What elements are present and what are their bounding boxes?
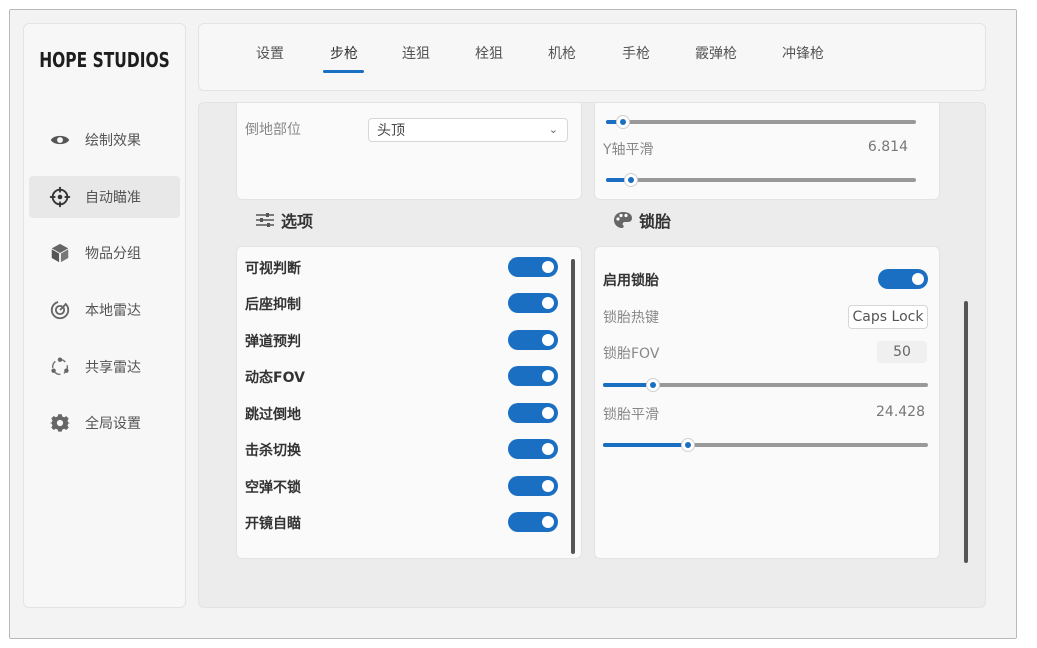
options-title-text: 选项 (281, 212, 314, 231)
share-icon (49, 356, 71, 378)
content-panel: 倒地部位 头顶 ⌄ Y轴平滑 6.814 选项 可视判断 后座抑制 弹道预判 动… (198, 102, 986, 608)
lock-tire-hotkey-label: 锁胎热键 (603, 310, 659, 326)
no-lock-when-empty-toggle[interactable] (508, 476, 558, 496)
option-label: 开镜自瞄 (245, 516, 301, 532)
sidebar-item-label: 绘制效果 (85, 133, 141, 149)
sidebar-item-auto-aim[interactable]: 自动瞄准 (29, 176, 180, 218)
eye-icon (49, 129, 71, 151)
sidebar-item-label: 本地雷达 (85, 303, 141, 319)
fallen-part-label: 倒地部位 (245, 122, 301, 138)
lock-tire-fov-label: 锁胎FOV (603, 346, 660, 362)
kill-switch-toggle[interactable] (508, 439, 558, 459)
sidebar-item-label: 共享雷达 (85, 360, 141, 376)
tab-shotgun[interactable]: 霰弹枪 (695, 43, 737, 63)
fallen-part-card: 倒地部位 头顶 ⌄ (236, 103, 582, 200)
fallen-part-select[interactable]: 头顶 ⌄ (368, 118, 568, 142)
crosshair-icon (49, 186, 71, 208)
option-label: 空弹不锁 (245, 480, 301, 496)
tab-dmr[interactable]: 连狙 (402, 43, 430, 63)
option-label: 弹道预判 (245, 334, 301, 350)
sidebar-item-draw-effects[interactable]: 绘制效果 (29, 119, 180, 161)
sidebar-item-global-settings[interactable]: 全局设置 (29, 402, 180, 444)
brand-logo: HOPE STUDIOS (39, 48, 170, 72)
enable-lock-tire-toggle[interactable] (878, 269, 928, 289)
tab-bolt-sniper[interactable]: 栓狙 (475, 43, 503, 63)
palette-icon (614, 212, 632, 228)
y-smooth-slider-thumb[interactable] (624, 173, 638, 187)
lock-tire-hotkey-button[interactable]: Caps Lock (848, 305, 928, 329)
y-smooth-value: 6.814 (867, 139, 908, 155)
option-label: 后座抑制 (245, 297, 301, 313)
lock-tire-title-text: 锁胎 (639, 212, 672, 231)
tab-rifle[interactable]: 步枪 (330, 43, 358, 63)
sidebar-item-shared-radar[interactable]: 共享雷达 (29, 346, 180, 388)
options-card: 可视判断 后座抑制 弹道预判 动态FOV 跳过倒地 击杀切换 空弹不锁 开镜自瞄 (236, 246, 582, 559)
lock-tire-smooth-value: 24.428 (876, 404, 925, 420)
radar-icon (49, 299, 71, 321)
option-label: 跳过倒地 (245, 407, 301, 423)
option-label: 可视判断 (245, 261, 301, 277)
sliders-icon (256, 213, 274, 227)
box-icon (49, 242, 71, 264)
option-label: 动态FOV (245, 370, 305, 386)
recoil-control-toggle[interactable] (508, 293, 558, 313)
x-smooth-slider-track[interactable] (606, 120, 916, 124)
skip-downed-toggle[interactable] (508, 403, 558, 423)
weapon-tab-bar: 设置 步枪 连狙 栓狙 机枪 手枪 霰弹枪 冲锋枪 (198, 23, 986, 91)
lock-tire-fov-slider-thumb[interactable] (646, 378, 660, 392)
sidebar-item-label: 自动瞄准 (85, 190, 141, 206)
visibility-check-toggle[interactable] (508, 257, 558, 277)
right-panel-scrollbar[interactable] (964, 301, 968, 563)
lock-tire-card: 启用锁胎 锁胎热键 Caps Lock 锁胎FOV 50 锁胎平滑 24.428 (594, 246, 940, 559)
lock-tire-smooth-slider-fill (603, 443, 688, 447)
gear-icon (49, 412, 71, 434)
enable-lock-tire-label: 启用锁胎 (603, 273, 659, 289)
sidebar-item-local-radar[interactable]: 本地雷达 (29, 289, 180, 331)
x-smooth-slider-thumb[interactable] (616, 115, 630, 129)
y-smooth-label: Y轴平滑 (603, 142, 654, 158)
options-scrollbar[interactable] (571, 259, 575, 554)
bullet-prediction-toggle[interactable] (508, 330, 558, 350)
options-section-title: 选项 (255, 208, 313, 232)
scope-aim-toggle[interactable] (508, 512, 558, 532)
sidebar-item-label: 物品分组 (85, 246, 141, 262)
tab-smg[interactable]: 冲锋枪 (782, 43, 824, 63)
sidebar-item-item-groups[interactable]: 物品分组 (29, 232, 180, 274)
fallen-part-value: 头顶 (377, 123, 405, 139)
dynamic-fov-toggle[interactable] (508, 366, 558, 386)
tab-lmg[interactable]: 机枪 (548, 43, 576, 63)
tab-settings[interactable]: 设置 (256, 43, 284, 63)
lock-tire-section-title: 锁胎 (613, 208, 671, 232)
lock-tire-smooth-slider-thumb[interactable] (681, 438, 695, 452)
sidebar-item-label: 全局设置 (85, 416, 141, 432)
lock-tire-smooth-label: 锁胎平滑 (603, 407, 659, 423)
sidebar: HOPE STUDIOS 绘制效果 自动瞄准 物品分组 本地雷达 共享雷达 全局… (23, 23, 186, 608)
y-smooth-slider-track[interactable] (606, 178, 916, 182)
option-label: 击杀切换 (245, 443, 301, 459)
active-tab-indicator (323, 70, 364, 73)
chevron-down-icon: ⌄ (548, 123, 558, 136)
lock-tire-fov-input[interactable]: 50 (877, 341, 927, 363)
tab-pistol[interactable]: 手枪 (622, 43, 650, 63)
y-smooth-card: Y轴平滑 6.814 (594, 103, 940, 200)
